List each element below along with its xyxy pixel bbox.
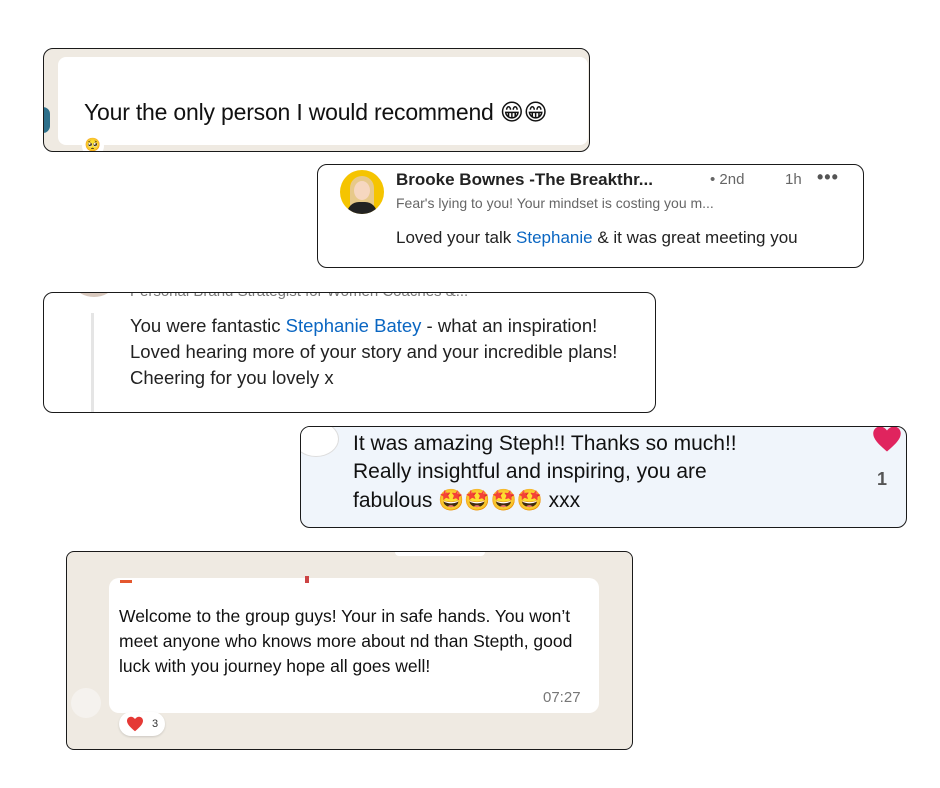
thread-line [91, 313, 94, 412]
avatar[interactable] [340, 170, 384, 214]
avatar[interactable] [301, 427, 339, 457]
reaction-emoji-icon[interactable]: 🥺 [82, 135, 104, 151]
mention-link[interactable]: Stephanie Batey [286, 315, 422, 336]
connection-degree: • 2nd [710, 171, 745, 188]
message-time: 07:27 [543, 689, 581, 706]
heart-reaction-icon[interactable] [872, 426, 902, 453]
linkedin-comment-card: Brooke Bownes -The Breakthr... • 2nd 1h … [317, 164, 864, 268]
comment-time: 1h [785, 171, 802, 188]
avatar[interactable] [76, 293, 112, 297]
comment-text: It was amazing Steph!! Thanks so much!! … [353, 432, 737, 512]
more-options-icon[interactable]: ••• [817, 167, 839, 188]
reaction-count: 1 [877, 469, 888, 489]
comment-text: Loved your talk Stephanie & it was great… [396, 228, 798, 247]
reaction-count: 3 [152, 718, 159, 730]
message-bubble[interactable]: Your the only person I would recommend 😁… [58, 57, 588, 145]
commenter-headline: Fear's lying to you! Your mindset is cos… [396, 195, 714, 211]
commenter-name[interactable]: Brooke Bownes -The Breakthr... [396, 170, 653, 190]
commenter-headline: Personal Brand Strategist for Women Coac… [130, 293, 468, 300]
whatsapp-message-card-1: Your the only person I would recommend 😁… [43, 48, 590, 152]
mention-link[interactable]: Stephanie [516, 228, 593, 247]
star-struck-emoji-icon: 🤩🤩🤩🤩 [438, 488, 543, 512]
whatsapp-message-card-2: Welcome to the group guys! Your in safe … [66, 551, 633, 750]
sender-name-redacted [120, 576, 310, 584]
comment-text: You were fantastic Stephanie Batey - wha… [130, 315, 618, 388]
message-text: Welcome to the group guys! Your in safe … [119, 606, 573, 676]
linkedin-reply-card: Personal Brand Strategist for Women Coac… [43, 292, 656, 413]
avatar [44, 107, 50, 133]
avatar [71, 688, 101, 718]
grin-emoji-icon: 😁😁 [499, 100, 548, 126]
heart-icon [127, 716, 143, 732]
reaction-pill[interactable]: 3 [119, 712, 165, 736]
facebook-comment-card: It was amazing Steph!! Thanks so much!! … [300, 426, 907, 528]
cropped-element [395, 552, 485, 556]
message-text: Your the only person I would recommend 😁… [84, 99, 548, 126]
